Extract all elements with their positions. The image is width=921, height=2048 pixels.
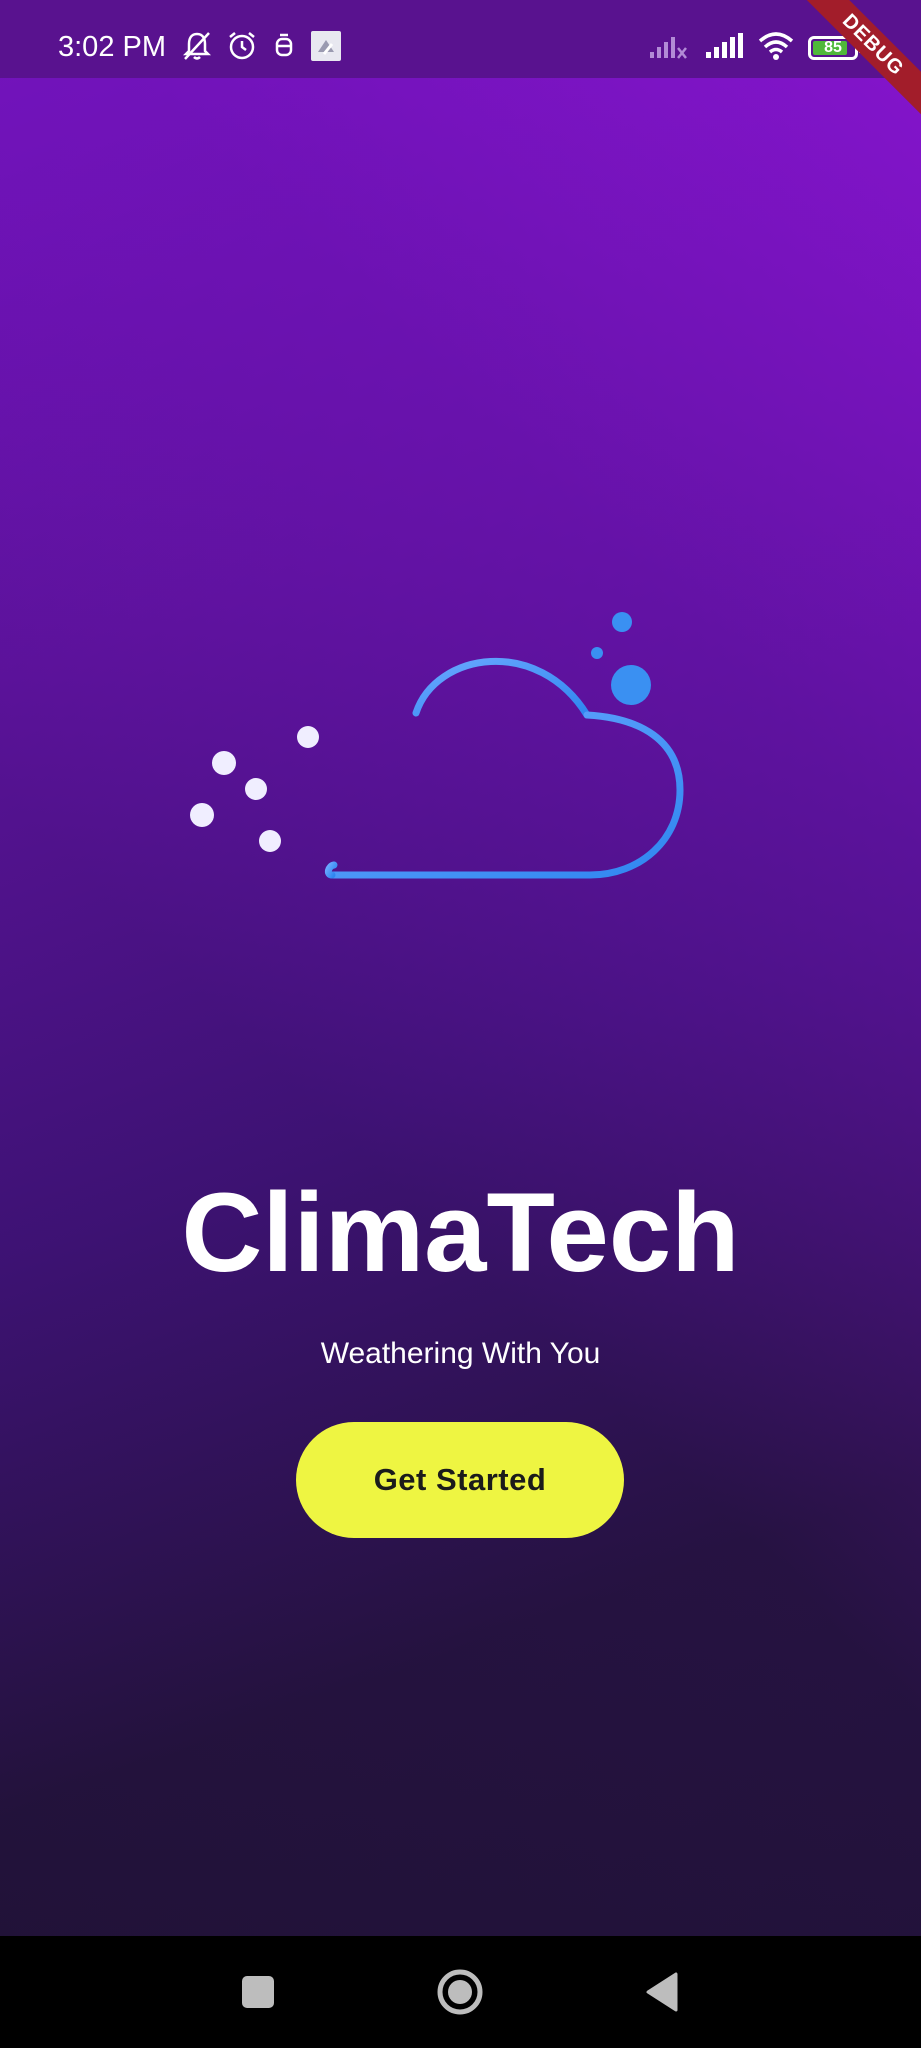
signal-bars-icon <box>704 32 744 65</box>
circle-icon <box>437 1969 483 2015</box>
cloud-wind-logo <box>190 612 684 879</box>
status-bar: 3:02 PM 85 <box>0 0 921 78</box>
wifi-icon <box>758 31 794 66</box>
square-icon <box>242 1976 274 2008</box>
status-left-icons <box>182 30 342 66</box>
get-started-button[interactable]: Get Started <box>296 1422 624 1538</box>
splash-screen: 3:02 PM 85 DEBUG ClimaTech Weathering Wi… <box>0 0 921 2048</box>
battery-level: 85 <box>824 39 842 56</box>
back-button[interactable] <box>634 1964 690 2020</box>
signal-no-service-icon <box>648 32 690 65</box>
status-time: 3:02 PM <box>58 31 166 63</box>
notification-app-icon <box>272 31 296 66</box>
recent-apps-button[interactable] <box>230 1964 286 2020</box>
alarm-clock-icon <box>226 30 258 67</box>
system-navigation-bar <box>0 1936 921 2048</box>
app-title: ClimaTech <box>181 1170 740 1295</box>
bell-off-icon <box>182 30 212 67</box>
home-button[interactable] <box>432 1964 488 2020</box>
image-icon <box>310 30 342 67</box>
back-triangle-icon <box>646 1972 678 2012</box>
rain-dots <box>591 612 651 705</box>
background-gradient <box>0 0 921 1936</box>
status-right-icons: 85 <box>648 30 863 66</box>
app-tagline: Weathering With You <box>320 1337 601 1370</box>
